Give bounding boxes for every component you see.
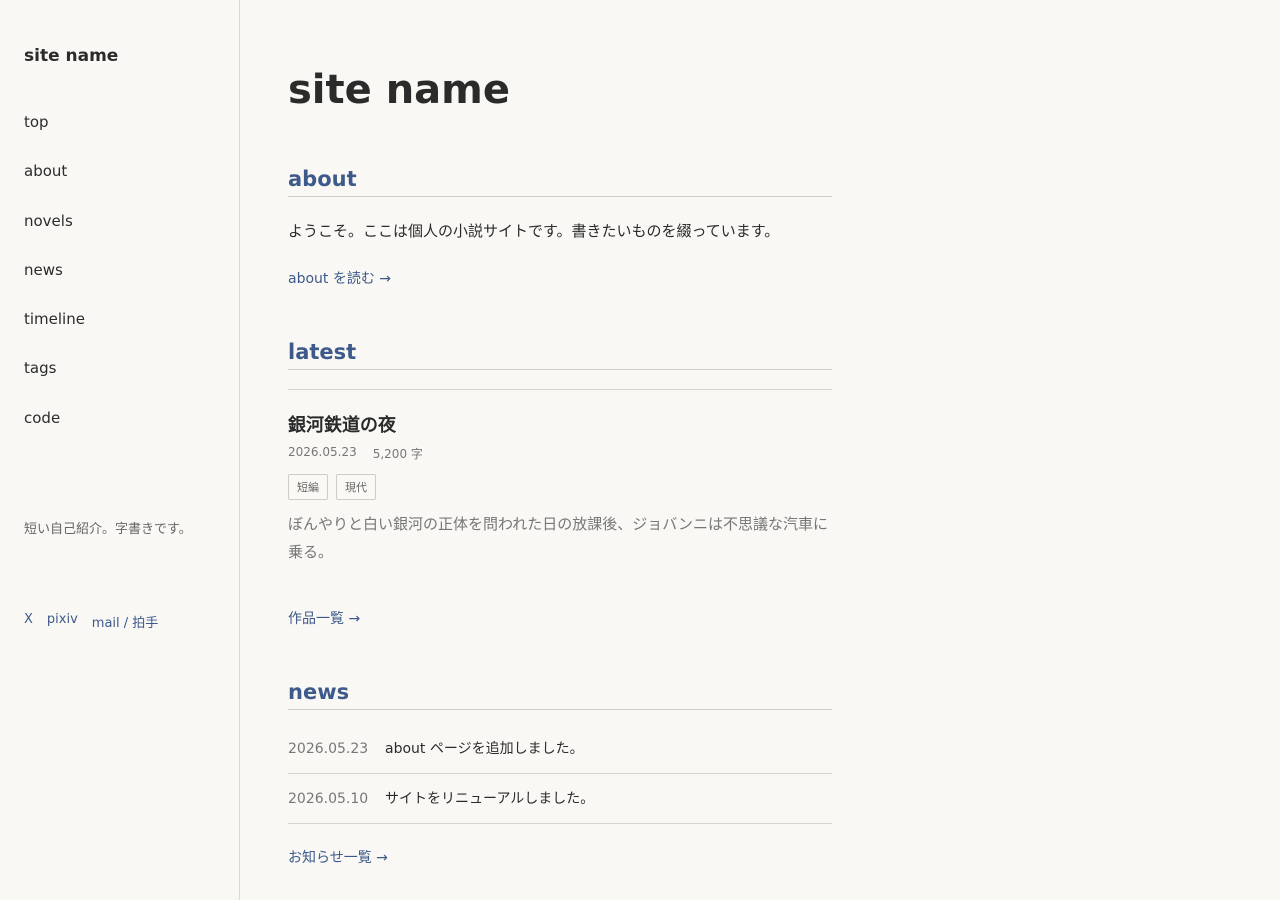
- work-tags: 短編 現代: [288, 474, 376, 500]
- sidebar-intro: 短い自己紹介。字書きです。: [24, 522, 192, 537]
- sidebar-item-novels[interactable]: novels: [24, 211, 215, 231]
- about-read-link[interactable]: about を読む →: [288, 268, 391, 288]
- work-date: 2026.05.23: [288, 445, 357, 459]
- link-pixiv[interactable]: pixiv: [47, 612, 78, 631]
- works-list-link[interactable]: 作品一覧 →: [288, 608, 360, 628]
- sidebar-site-name[interactable]: site name: [24, 44, 215, 68]
- sidebar-nav: top about novels news timeline tags code: [24, 112, 215, 428]
- latest-heading: latest: [288, 337, 832, 370]
- page-title: site name: [288, 67, 510, 113]
- work-title[interactable]: 銀河鉄道の夜: [288, 411, 396, 437]
- main-content: site name about ようこそ。ここは個人の小説サイトです。書きたいも…: [240, 0, 1280, 900]
- sidebar-item-news[interactable]: news: [24, 260, 215, 280]
- news-date: 2026.05.23: [288, 741, 369, 757]
- news-text: サイトをリニューアルしました。: [385, 791, 595, 807]
- work-excerpt: ぼんやりと白い銀河の正体を問われた日の放課後、ジョバンニは不思議な汽車に乗る。: [288, 515, 829, 561]
- news-date: 2026.05.10: [288, 791, 369, 807]
- sidebar-item-code[interactable]: code: [24, 408, 215, 428]
- about-text: ようこそ。ここは個人の小説サイトです。書きたいものを綴っています。: [288, 222, 780, 240]
- news-item: 2026.05.10 サイトをリニューアルしました。: [288, 774, 832, 824]
- sidebar-item-top[interactable]: top: [24, 112, 215, 132]
- news-heading: news: [288, 677, 832, 710]
- work-meta: 2026.05.23 5,200 字: [288, 445, 423, 462]
- latest-divider: [288, 389, 832, 390]
- about-heading: about: [288, 164, 832, 197]
- work-length: 5,200 字: [372, 447, 423, 461]
- sidebar-links: X pixiv mail / 拍手: [24, 612, 158, 631]
- news-text: about ページを追加しました。: [385, 741, 584, 757]
- news-list-link[interactable]: お知らせ一覧 →: [288, 847, 388, 867]
- link-x[interactable]: X: [24, 612, 33, 631]
- link-mail-clap[interactable]: mail / 拍手: [92, 612, 159, 631]
- news-item: 2026.05.23 about ページを追加しました。: [288, 724, 832, 774]
- sidebar: site name top about novels news timeline…: [0, 0, 240, 900]
- sidebar-item-timeline[interactable]: timeline: [24, 309, 215, 329]
- tag-short-story[interactable]: 短編: [288, 474, 328, 500]
- sidebar-item-about[interactable]: about: [24, 161, 215, 181]
- tag-modern[interactable]: 現代: [336, 474, 376, 500]
- sidebar-item-tags[interactable]: tags: [24, 358, 215, 378]
